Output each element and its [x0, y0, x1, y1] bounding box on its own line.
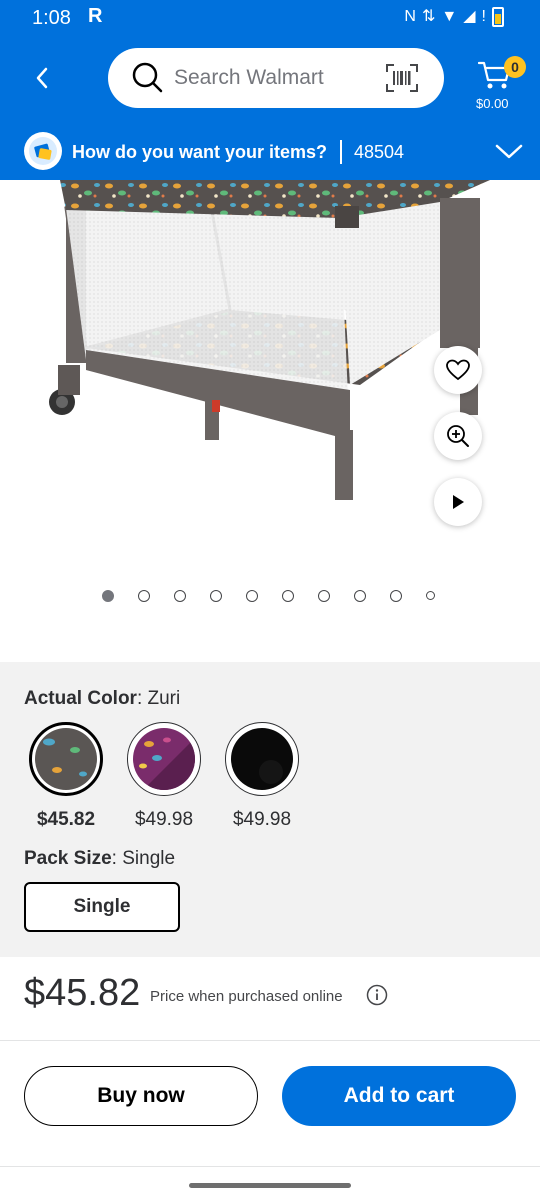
status-icons: N ⇅ ▼ ◢ !	[404, 7, 504, 27]
alert-icon: !	[481, 8, 486, 25]
pack-size-label-value: : Single	[111, 848, 176, 869]
nfc-icon: N	[404, 8, 416, 25]
signal-icon: ◢	[463, 8, 476, 25]
status-time: 1:08	[32, 7, 71, 29]
play-video-button[interactable]	[434, 478, 482, 526]
app-header: 1:08 R N ⇅ ▼ ◢ ! Search Walmart 0 $0.00 …	[0, 0, 540, 180]
search-icon	[132, 62, 163, 93]
carousel-dot[interactable]	[354, 590, 366, 602]
carousel-dot[interactable]	[246, 590, 258, 602]
variant-selector: Actual Color: Zuri $45.82 $49.98 $49.98 …	[0, 662, 540, 957]
color-label: Actual Color: Zuri	[24, 688, 180, 710]
swatch-zuri[interactable]	[29, 722, 103, 796]
barcode-scan-icon[interactable]	[386, 64, 418, 92]
swatch-black[interactable]	[225, 722, 299, 796]
carousel-dot[interactable]	[138, 590, 150, 602]
search-placeholder: Search Walmart	[174, 66, 324, 89]
wifi-icon: ▼	[441, 8, 458, 25]
zoom-button[interactable]	[434, 412, 482, 460]
swatch-zuri-image	[35, 728, 97, 790]
swatch-price-zuri: $45.82	[36, 809, 96, 830]
status-bar: 1:08 R N ⇅ ▼ ◢ !	[0, 0, 540, 38]
buy-now-button[interactable]: Buy now	[24, 1066, 258, 1126]
price-note: Price when purchased online	[150, 988, 343, 1005]
carousel-dot[interactable]	[210, 590, 222, 602]
chevron-down-icon	[495, 144, 523, 159]
carousel-dot[interactable]	[426, 591, 435, 600]
cart-count-badge: 0	[504, 56, 526, 78]
fulfillment-selector[interactable]: How do you want your items? 48504	[0, 128, 540, 180]
swatch-price-purple: $49.98	[134, 809, 194, 830]
back-button[interactable]	[26, 60, 58, 96]
product-image[interactable]	[0, 180, 540, 570]
swatch-black-image	[231, 728, 293, 790]
swatch-price-black: $49.98	[232, 809, 292, 830]
home-indicator[interactable]	[189, 1183, 351, 1188]
cart-total: $0.00	[476, 96, 509, 111]
data-arrows-icon: ⇅	[421, 8, 436, 25]
color-label-value: : Zuri	[136, 688, 181, 709]
product-price: $45.82	[24, 972, 141, 1014]
add-to-cart-button[interactable]: Add to cart	[282, 1066, 516, 1126]
play-icon	[453, 495, 464, 509]
swatch-purple-image	[133, 728, 195, 790]
back-arrow-icon	[36, 67, 48, 89]
fulfillment-icon	[24, 132, 62, 170]
swatch-purple[interactable]	[127, 722, 201, 796]
zip-code: 48504	[354, 142, 405, 162]
carousel-dots[interactable]	[0, 588, 540, 604]
heart-icon	[446, 359, 470, 381]
pack-size-label: Pack Size: Single	[24, 848, 175, 870]
cart-button[interactable]: 0 $0.00	[470, 52, 530, 116]
app-notification-icon: R	[88, 5, 103, 27]
carousel-dot[interactable]	[390, 590, 402, 602]
pack-size-single-button[interactable]: Single	[24, 882, 180, 932]
fulfillment-prompt: How do you want your items?	[72, 142, 328, 162]
pack-size-label-title: Pack Size	[24, 848, 112, 869]
carousel-dot[interactable]	[174, 590, 186, 602]
info-icon[interactable]	[366, 984, 388, 1006]
zoom-in-icon	[447, 425, 469, 447]
carousel-dot[interactable]	[102, 590, 114, 602]
divider	[0, 1040, 540, 1041]
search-input[interactable]: Search Walmart	[108, 48, 444, 108]
fulfillment-divider	[340, 140, 342, 164]
carousel-dot[interactable]	[318, 590, 330, 602]
battery-icon	[492, 7, 504, 27]
favorite-button[interactable]	[434, 346, 482, 394]
color-label-title: Actual Color	[24, 688, 137, 709]
carousel-dot[interactable]	[282, 590, 294, 602]
nav-divider	[0, 1166, 540, 1167]
